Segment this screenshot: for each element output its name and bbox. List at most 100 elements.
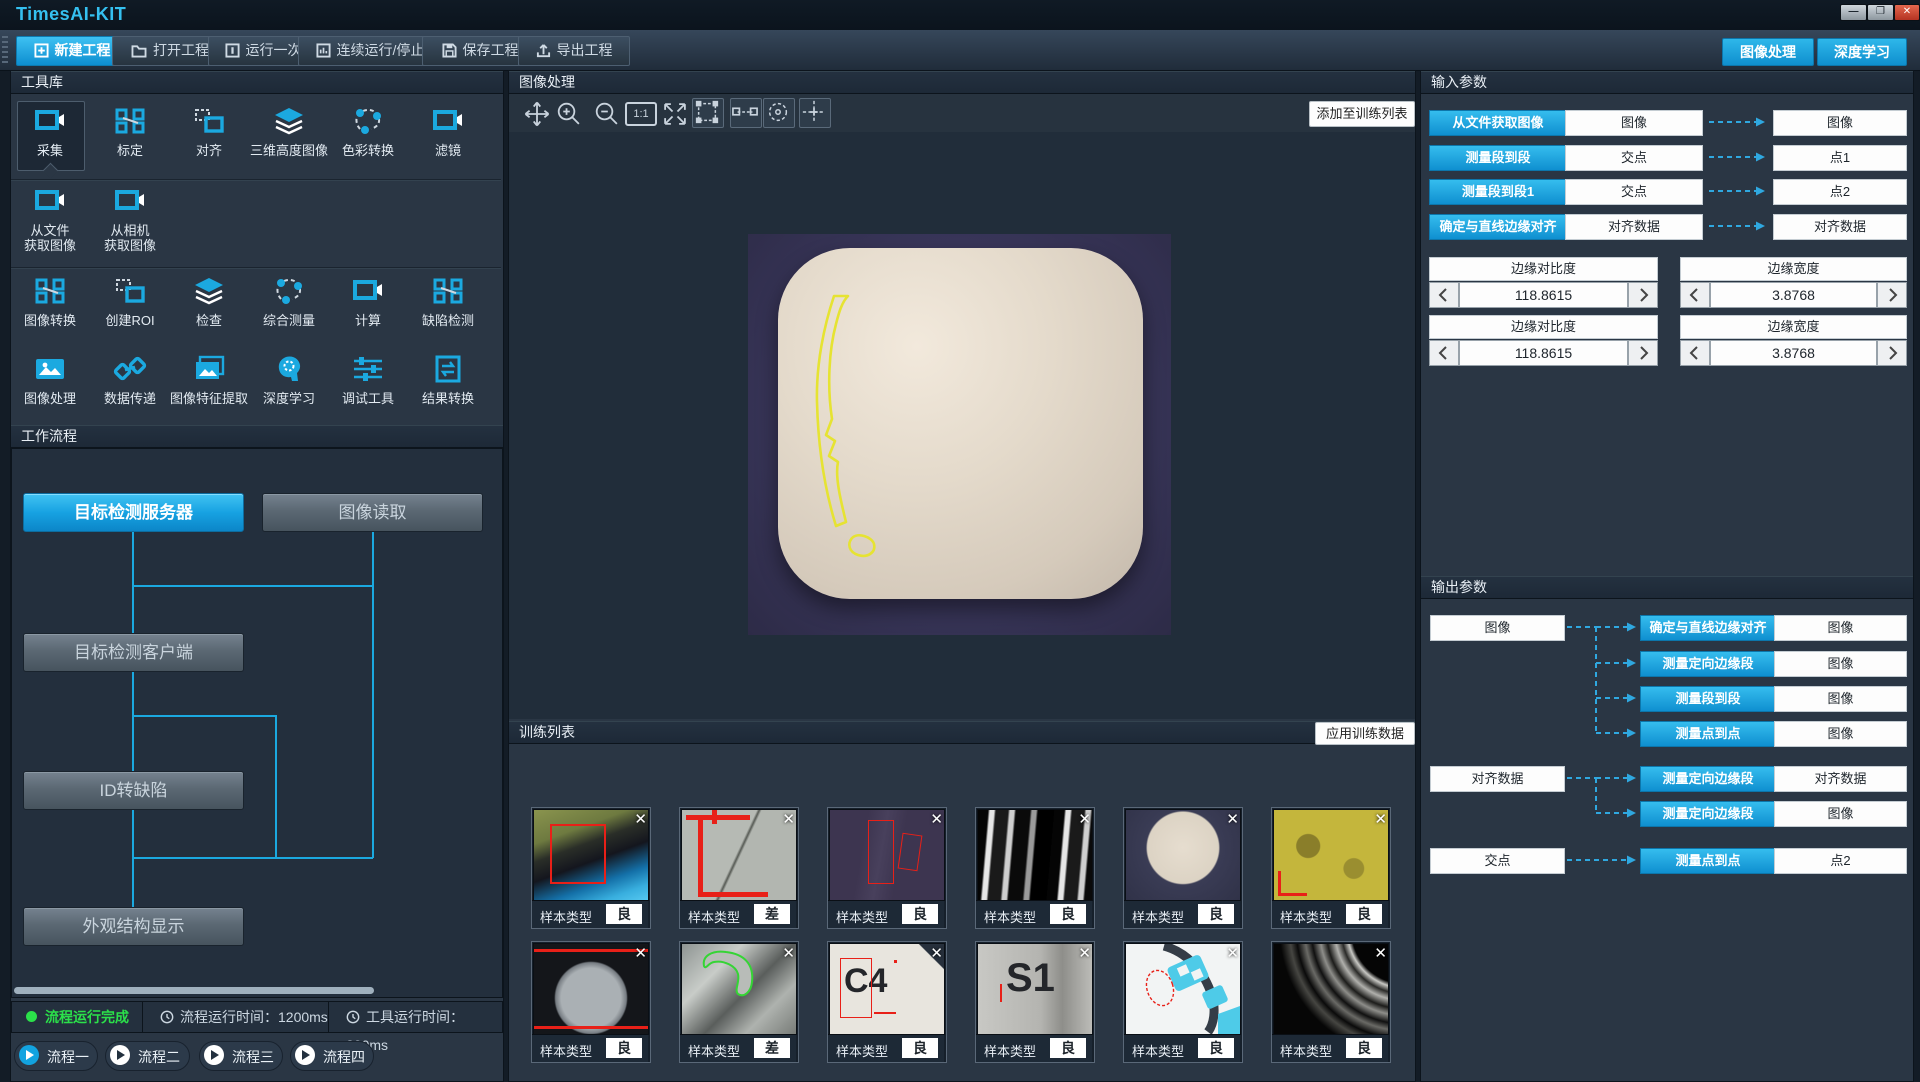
grade-badge[interactable]: 良 xyxy=(1346,1038,1382,1058)
output-target-tool[interactable]: 测量定向边缘段 xyxy=(1640,766,1776,792)
output-target-port[interactable]: 图像 xyxy=(1774,721,1907,747)
tool-item-debug-tool[interactable]: 调试工具 xyxy=(329,355,407,406)
apply-training-data-button[interactable]: 应用训练数据 xyxy=(1315,722,1415,745)
workflow-node-detect-server[interactable]: 目标检测服务器 xyxy=(23,493,244,532)
spinner-increment-button[interactable] xyxy=(1877,340,1907,366)
remove-sample-icon[interactable]: ✕ xyxy=(1226,944,1239,962)
tool-item-calibration[interactable]: 标定 xyxy=(91,107,169,158)
roi-circle-tool-button[interactable] xyxy=(763,98,795,128)
horizontal-scrollbar[interactable] xyxy=(14,987,374,994)
training-thumbnail[interactable]: ✕ 样本类型差 xyxy=(679,807,799,929)
input-target-port[interactable]: 对齐数据 xyxy=(1773,214,1907,240)
tool-item-color-convert[interactable]: 色彩转换 xyxy=(329,107,407,158)
grade-badge[interactable]: 良 xyxy=(1198,904,1234,924)
tool-item-inspect[interactable]: 检查 xyxy=(170,277,248,328)
zoom-out-icon[interactable] xyxy=(593,100,623,126)
spinner-value[interactable]: 118.8615 xyxy=(1459,282,1628,308)
output-source-port[interactable]: 图像 xyxy=(1430,615,1565,641)
grade-badge[interactable]: 良 xyxy=(606,904,642,924)
tool-item-data-transfer[interactable]: 数据传递 xyxy=(91,355,169,406)
output-target-port[interactable]: 点2 xyxy=(1774,848,1907,874)
remove-sample-icon[interactable]: ✕ xyxy=(1226,810,1239,828)
output-target-tool[interactable]: 测量定向边缘段 xyxy=(1640,801,1776,827)
workflow-node-image-read[interactable]: 图像读取 xyxy=(262,493,483,532)
workflow-node-detect-client[interactable]: 目标检测客户端 xyxy=(23,633,244,672)
tool-item-image-from-camera[interactable]: 从相机获取图像 xyxy=(91,187,169,253)
export-project-button[interactable]: 导出工程 xyxy=(518,36,630,66)
grade-badge[interactable]: 差 xyxy=(754,1038,790,1058)
input-source-port[interactable]: 交点 xyxy=(1565,145,1703,171)
maximize-button[interactable]: ❐ xyxy=(1867,4,1894,21)
grade-badge[interactable]: 差 xyxy=(754,904,790,924)
output-source-port[interactable]: 对齐数据 xyxy=(1430,766,1565,792)
input-source-port[interactable]: 对齐数据 xyxy=(1565,214,1703,240)
grade-badge[interactable]: 良 xyxy=(1050,1038,1086,1058)
spinner-decrement-button[interactable] xyxy=(1680,340,1710,366)
tool-item-feature-extract[interactable]: 图像特征提取 xyxy=(170,355,248,406)
output-source-port[interactable]: 交点 xyxy=(1430,848,1565,874)
training-thumbnail[interactable]: ✕ 样本类型良 xyxy=(531,941,651,1063)
zoom-actual-size-button[interactable]: 1:1 xyxy=(625,102,657,126)
output-target-port[interactable]: 对齐数据 xyxy=(1774,766,1907,792)
input-target-port[interactable]: 点1 xyxy=(1773,145,1907,171)
spinner-decrement-button[interactable] xyxy=(1429,340,1459,366)
spinner-increment-button[interactable] xyxy=(1628,340,1658,366)
spinner-increment-button[interactable] xyxy=(1628,282,1658,308)
mode-deep-learning-button[interactable]: 深度学习 xyxy=(1817,38,1907,66)
tool-item-defect-detect[interactable]: 缺陷检测 xyxy=(409,277,487,328)
tool-item-composite-measure[interactable]: 综合测量 xyxy=(250,277,328,328)
spinner-value[interactable]: 3.8768 xyxy=(1710,340,1877,366)
grade-badge[interactable]: 良 xyxy=(1346,904,1382,924)
grade-badge[interactable]: 良 xyxy=(902,904,938,924)
spinner-decrement-button[interactable] xyxy=(1680,282,1710,308)
tab-flow-2[interactable]: 流程二 xyxy=(105,1041,190,1071)
tab-flow-4[interactable]: 流程四 xyxy=(290,1041,374,1071)
output-target-port[interactable]: 图像 xyxy=(1774,686,1907,712)
pan-tool-icon[interactable] xyxy=(523,100,553,126)
tab-flow-3[interactable]: 流程三 xyxy=(199,1041,283,1071)
training-thumbnail[interactable]: ✕ 样本类型良 xyxy=(1271,807,1391,929)
remove-sample-icon[interactable]: ✕ xyxy=(782,944,795,962)
remove-sample-icon[interactable]: ✕ xyxy=(782,810,795,828)
input-source-port[interactable]: 图像 xyxy=(1565,110,1703,136)
remove-sample-icon[interactable]: ✕ xyxy=(634,810,647,828)
tool-item-capture[interactable]: 采集 xyxy=(11,107,89,158)
output-target-tool[interactable]: 确定与直线边缘对齐 xyxy=(1640,615,1776,641)
zoom-in-icon[interactable] xyxy=(555,100,585,126)
tool-item-calculate[interactable]: 计算 xyxy=(329,277,407,328)
input-source-tool[interactable]: 测量段到段1 xyxy=(1429,179,1567,205)
tool-item-create-roi[interactable]: 创建ROI xyxy=(91,277,169,328)
input-target-port[interactable]: 图像 xyxy=(1773,110,1907,136)
tool-item-image-convert[interactable]: 图像转换 xyxy=(11,277,89,328)
roi-crosshair-tool-button[interactable] xyxy=(799,98,831,128)
training-thumbnail[interactable]: ✕ 样本类型良 xyxy=(1123,941,1243,1063)
fit-screen-icon[interactable] xyxy=(661,100,691,126)
grade-badge[interactable]: 良 xyxy=(902,1038,938,1058)
roi-segment-tool-button[interactable] xyxy=(730,98,762,128)
remove-sample-icon[interactable]: ✕ xyxy=(1374,810,1387,828)
remove-sample-icon[interactable]: ✕ xyxy=(1078,944,1091,962)
input-source-tool[interactable]: 从文件获取图像 xyxy=(1429,110,1567,136)
training-thumbnail[interactable]: ✕ 样本类型良 xyxy=(531,807,651,929)
remove-sample-icon[interactable]: ✕ xyxy=(1374,944,1387,962)
spinner-value[interactable]: 118.8615 xyxy=(1459,340,1628,366)
tool-item-align[interactable]: 对齐 xyxy=(170,107,248,158)
input-target-port[interactable]: 点2 xyxy=(1773,179,1907,205)
grade-badge[interactable]: 良 xyxy=(1198,1038,1234,1058)
grade-badge[interactable]: 良 xyxy=(1050,904,1086,924)
minimize-button[interactable]: — xyxy=(1840,4,1867,21)
training-thumbnail[interactable]: ✕ 样本类型良 xyxy=(1271,941,1391,1063)
tool-item-filter[interactable]: 滤镜 xyxy=(409,107,487,158)
training-thumbnail[interactable]: S1 ✕ 样本类型良 xyxy=(975,941,1095,1063)
remove-sample-icon[interactable]: ✕ xyxy=(1078,810,1091,828)
tool-item-deep-learning[interactable]: 深度学习 xyxy=(250,355,328,406)
output-target-tool[interactable]: 测量点到点 xyxy=(1640,848,1776,874)
input-source-tool[interactable]: 确定与直线边缘对齐 xyxy=(1429,214,1567,240)
training-thumbnail[interactable]: ✕ 样本类型差 xyxy=(679,941,799,1063)
output-target-port[interactable]: 图像 xyxy=(1774,615,1907,641)
tool-item-result-convert[interactable]: 结果转换 xyxy=(409,355,487,406)
training-thumbnail[interactable]: ✕ 样本类型良 xyxy=(975,807,1095,929)
tool-item-3d-height-image[interactable]: 三维高度图像 xyxy=(250,107,328,158)
remove-sample-icon[interactable]: ✕ xyxy=(930,810,943,828)
tool-item-image-from-file[interactable]: 从文件获取图像 xyxy=(11,187,89,253)
